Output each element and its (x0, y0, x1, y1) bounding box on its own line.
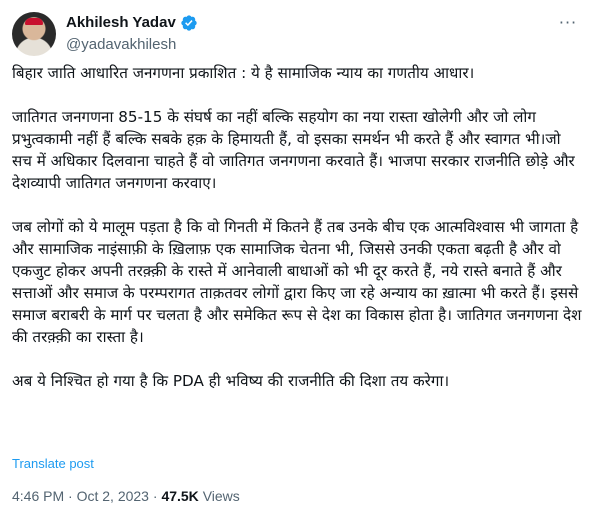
author-handle[interactable]: @yadavakhilesh (66, 35, 198, 55)
post-metadata: 4:46 PM · Oct 2, 2023 · 47.5K Views (12, 488, 240, 504)
avatar[interactable] (12, 12, 56, 56)
post-time[interactable]: 4:46 PM (12, 488, 64, 504)
post-text: बिहार जाति आधारित जनगणना प्रकाशित : ये ह… (12, 62, 584, 414)
meta-separator: · (152, 488, 158, 504)
post-paragraph-3: जब लोगों को ये मालूम पड़ता है कि वो गिनत… (12, 218, 582, 346)
views-count: 47.5K (161, 488, 199, 504)
post-paragraph-1: बिहार जाति आधारित जनगणना प्रकाशित : ये ह… (12, 64, 475, 82)
translate-post-link[interactable]: Translate post (12, 456, 94, 471)
author-block: Akhilesh Yadav @yadavakhilesh (66, 12, 198, 55)
author-name-text[interactable]: Akhilesh Yadav (66, 13, 176, 33)
more-options-icon[interactable]: ··· (556, 10, 580, 34)
meta-separator: · (68, 488, 73, 504)
post-header: Akhilesh Yadav @yadavakhilesh ··· (12, 10, 582, 58)
avatar-cap (25, 18, 43, 25)
post-paragraph-2: जातिगत जनगणना 85-15 के संघर्ष का नहीं बल… (12, 108, 575, 192)
verified-badge-icon (181, 15, 197, 31)
post-paragraph-4: अब ये निश्चित हो गया है कि PDA ही भविष्य… (12, 372, 450, 390)
views-label: Views (202, 488, 240, 504)
post-date[interactable]: Oct 2, 2023 (77, 488, 149, 504)
author-display-name[interactable]: Akhilesh Yadav (66, 13, 198, 33)
